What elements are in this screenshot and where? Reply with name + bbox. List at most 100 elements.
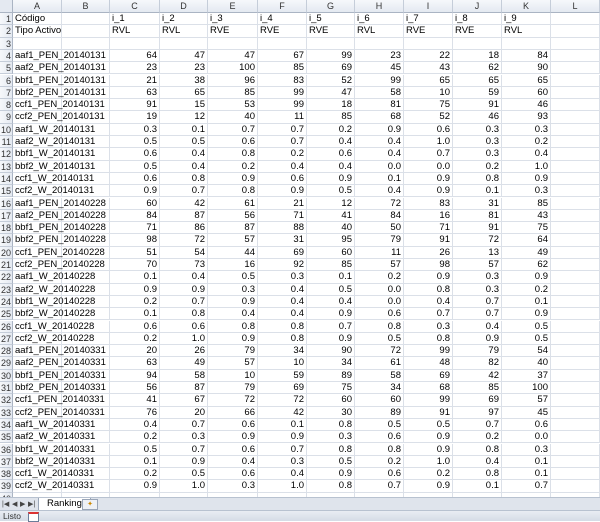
cell-l22[interactable]	[551, 271, 600, 284]
cell-g12[interactable]: 0.6	[307, 148, 355, 161]
cell-d16[interactable]: 42	[160, 197, 208, 210]
cell-i24[interactable]: 0.4	[404, 295, 453, 309]
cell-c1[interactable]: i_1	[110, 13, 160, 26]
row-header[interactable]: 9	[0, 111, 13, 124]
cell-b33[interactable]	[62, 406, 110, 419]
row-header[interactable]: 21	[0, 259, 13, 272]
cell-l24[interactable]	[551, 295, 600, 309]
cell-e11[interactable]: 0.6	[208, 136, 258, 149]
column-header-f[interactable]: F	[258, 0, 307, 13]
row-header[interactable]: 27	[0, 332, 13, 346]
cell-a38[interactable]: ccf1_W_20140331	[13, 468, 94, 481]
cell-d39[interactable]: 1.0	[160, 480, 208, 493]
cell-k38[interactable]: 0.1	[502, 468, 551, 481]
cell-h15[interactable]: 0.4	[355, 185, 404, 198]
cell-g8[interactable]: 18	[307, 99, 355, 112]
cell-g33[interactable]: 30	[307, 406, 355, 419]
cell-e37[interactable]: 0.4	[208, 455, 258, 469]
cell-b35[interactable]	[62, 431, 110, 444]
cell-g28[interactable]: 90	[307, 345, 355, 358]
cell-l4[interactable]	[551, 49, 600, 63]
row-header[interactable]: 2	[0, 25, 13, 38]
cell-f10[interactable]: 0.7	[258, 123, 307, 136]
cell-e7[interactable]: 85	[208, 86, 258, 100]
row-header[interactable]: 36	[0, 443, 13, 456]
row-header[interactable]: 20	[0, 246, 13, 259]
cell-e13[interactable]: 0.2	[208, 160, 258, 173]
cell-f18[interactable]: 88	[258, 222, 307, 235]
cell-j36[interactable]: 0.8	[453, 443, 502, 456]
cell-h1[interactable]: i_6	[355, 13, 404, 26]
cell-d30[interactable]: 58	[160, 369, 208, 382]
cell-b26[interactable]	[62, 320, 110, 333]
cell-d5[interactable]: 23	[160, 62, 208, 75]
row-header[interactable]: 4	[0, 49, 13, 63]
cell-j32[interactable]: 69	[453, 394, 502, 407]
cell-i36[interactable]: 0.9	[404, 443, 453, 456]
cell-f15[interactable]: 0.9	[258, 185, 307, 198]
cell-h19[interactable]: 79	[355, 234, 404, 247]
cell-d10[interactable]: 0.1	[160, 123, 208, 136]
column-header-e[interactable]: E	[208, 0, 258, 13]
cell-e25[interactable]: 0.4	[208, 308, 258, 321]
cell-g21[interactable]: 85	[307, 259, 355, 272]
cell-k11[interactable]: 0.2	[502, 136, 551, 149]
cell-a31[interactable]: bbf2_PEN_20140331	[13, 382, 106, 395]
cell-l31[interactable]	[551, 382, 600, 395]
row-header[interactable]: 11	[0, 136, 13, 149]
cell-b11[interactable]	[62, 136, 110, 149]
cell-e36[interactable]: 0.6	[208, 443, 258, 456]
cell-f17[interactable]: 71	[258, 209, 307, 223]
cell-c16[interactable]: 60	[110, 197, 160, 210]
cell-d33[interactable]: 20	[160, 406, 208, 419]
cell-e39[interactable]: 0.3	[208, 480, 258, 493]
select-all-corner[interactable]	[0, 0, 13, 13]
cell-a1[interactable]: Código	[13, 13, 62, 26]
cell-f2[interactable]: RVE	[258, 25, 307, 38]
cell-l14[interactable]	[551, 172, 600, 186]
cell-h10[interactable]: 0.9	[355, 123, 404, 136]
cell-a6[interactable]: bbf1_PEN_20140131	[13, 74, 106, 87]
cell-l15[interactable]	[551, 185, 600, 198]
cell-c27[interactable]: 0.2	[110, 332, 160, 346]
cell-e12[interactable]: 0.8	[208, 148, 258, 161]
column-header-h[interactable]: H	[355, 0, 404, 13]
row-header[interactable]: 35	[0, 431, 13, 444]
cell-b38[interactable]	[62, 468, 110, 481]
cell-g22[interactable]: 0.1	[307, 271, 355, 284]
cell-i27[interactable]: 0.8	[404, 332, 453, 346]
cell-d25[interactable]: 0.8	[160, 308, 208, 321]
cell-j3[interactable]	[453, 37, 502, 50]
cell-e35[interactable]: 0.9	[208, 431, 258, 444]
cell-e21[interactable]: 16	[208, 259, 258, 272]
cell-a8[interactable]: ccf1_PEN_20140131	[13, 99, 105, 112]
cell-i30[interactable]: 69	[404, 369, 453, 382]
cell-h33[interactable]: 89	[355, 406, 404, 419]
cell-f28[interactable]: 34	[258, 345, 307, 358]
cell-i38[interactable]: 0.2	[404, 468, 453, 481]
cell-j14[interactable]: 0.8	[453, 172, 502, 186]
cell-f3[interactable]	[258, 37, 307, 50]
cell-l32[interactable]	[551, 394, 600, 407]
cell-k39[interactable]: 0.7	[502, 480, 551, 493]
cell-h31[interactable]: 34	[355, 382, 404, 395]
cell-d15[interactable]: 0.7	[160, 185, 208, 198]
cell-i9[interactable]: 52	[404, 111, 453, 124]
cell-f30[interactable]: 59	[258, 369, 307, 382]
row-header[interactable]: 15	[0, 185, 13, 198]
cell-k6[interactable]: 65	[502, 74, 551, 87]
insert-sheet-icon[interactable]: ✦	[82, 499, 98, 510]
cell-j17[interactable]: 81	[453, 209, 502, 223]
cell-c15[interactable]: 0.9	[110, 185, 160, 198]
cell-c13[interactable]: 0.5	[110, 160, 160, 173]
cell-b7[interactable]	[62, 86, 110, 100]
cell-i8[interactable]: 75	[404, 99, 453, 112]
cell-b31[interactable]	[62, 382, 110, 395]
column-header-k[interactable]: K	[502, 0, 551, 13]
cell-b12[interactable]	[62, 148, 110, 161]
cell-e38[interactable]: 0.6	[208, 468, 258, 481]
cell-a28[interactable]: aaf1_PEN_20140331	[13, 345, 106, 358]
cell-j29[interactable]: 82	[453, 357, 502, 370]
cell-b15[interactable]	[62, 185, 110, 198]
cell-g5[interactable]: 69	[307, 62, 355, 75]
